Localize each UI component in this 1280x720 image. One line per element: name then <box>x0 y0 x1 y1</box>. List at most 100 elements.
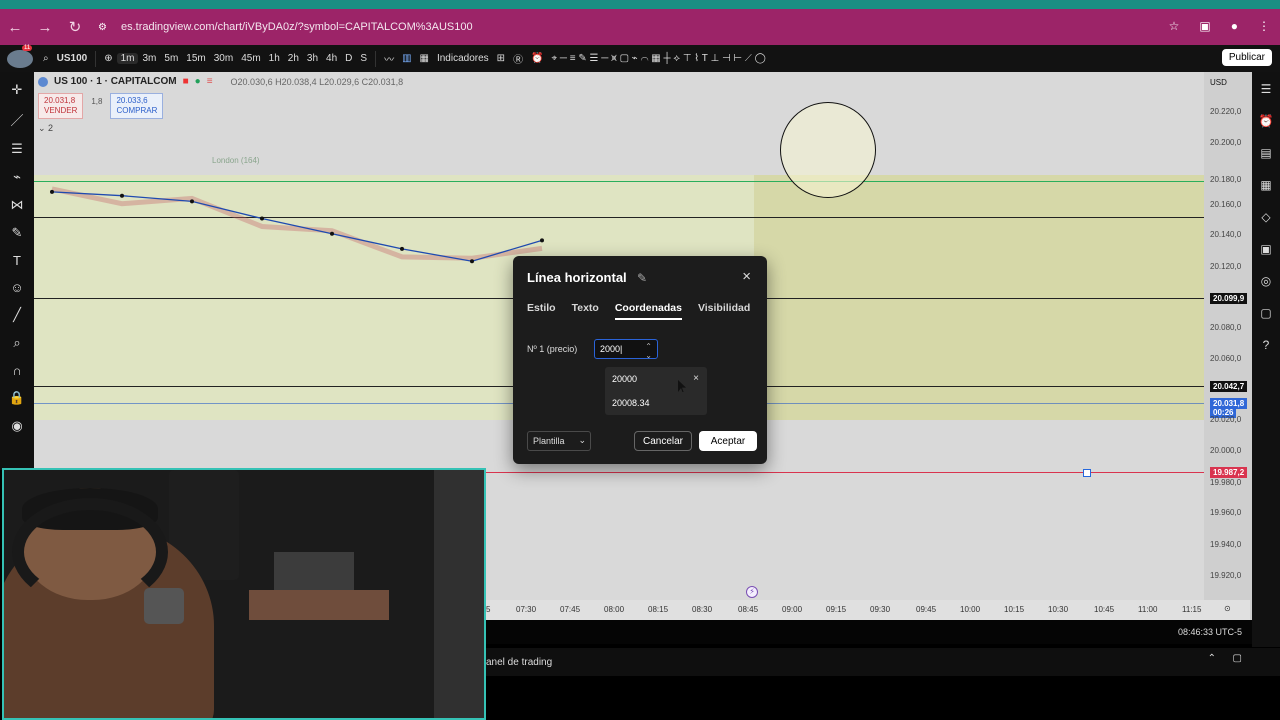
chevron-up-icon[interactable]: ⌃ <box>1208 653 1216 664</box>
interval-S[interactable]: S <box>356 53 371 64</box>
trend-line-icon[interactable]: ／ <box>10 110 23 129</box>
search-icon[interactable]: ⌕ <box>39 53 53 64</box>
price-tick: 20.000,0 <box>1210 446 1242 455</box>
more-vertical-icon[interactable]: ⋮ <box>1258 19 1270 33</box>
time-axis[interactable]: 5 07:30 07:45 08:00 08:15 08:30 08:45 09:00 09:1… <box>486 600 1250 620</box>
indicators-icon[interactable]: ▦ <box>416 53 433 64</box>
magnet-icon[interactable]: ∩ <box>12 363 21 378</box>
publish-button[interactable]: Publicar <box>1221 49 1272 66</box>
trading-panel[interactable]: anel de trading ⌃ ▢ <box>486 648 1280 676</box>
tab-coordinates[interactable]: Coordenadas <box>614 302 682 320</box>
price-point <box>120 193 124 198</box>
eye-icon[interactable]: ◉ <box>11 418 22 434</box>
text-icon[interactable]: T <box>13 253 21 268</box>
help-icon[interactable]: ? <box>1263 338 1270 352</box>
event-lightning-icon[interactable]: ⚡ <box>746 586 758 598</box>
toolbar-divider <box>375 50 377 67</box>
interval-3h[interactable]: 3h <box>303 53 322 64</box>
tab-style[interactable]: Estilo <box>527 302 556 320</box>
price-point <box>470 259 474 264</box>
symbol-button[interactable]: US100 <box>53 53 92 64</box>
indicators-button[interactable]: Indicadores <box>433 53 493 64</box>
tab-text[interactable]: Texto <box>572 302 599 320</box>
crosshair-icon[interactable]: ✛ <box>12 82 23 98</box>
chevron-down-icon: ⌄ <box>578 435 586 445</box>
back-icon[interactable]: ← <box>0 19 30 36</box>
layers-icon[interactable]: ◇ <box>1261 210 1270 224</box>
interval-3m[interactable]: 3m <box>138 53 160 64</box>
maximize-icon[interactable]: ▢ <box>1233 653 1242 664</box>
candles-icon[interactable]: ▥ <box>398 53 415 64</box>
pencil-icon[interactable]: ✎ <box>637 271 647 285</box>
drawing-sidebar: ✛ ／ ☰ ⌁ ⋈ ✎ T ☺ ╱ ⌕ ∩ 🔒 ◉ <box>0 72 34 470</box>
emoji-icon[interactable]: ☺ <box>10 280 23 295</box>
forward-icon[interactable]: → <box>30 19 60 36</box>
accept-button[interactable]: Aceptar <box>699 431 757 451</box>
buy-button[interactable]: 20.033,6 COMPRAR <box>110 93 164 119</box>
suggestion-item[interactable]: 20000 <box>612 374 637 384</box>
ideas-icon[interactable]: ▣ <box>1260 242 1271 256</box>
circle-drawing[interactable] <box>780 102 876 198</box>
right-sidebar: ☰ ⏰ ▤ ▦ ◇ ▣ ◎ ▢ ? <box>1252 72 1280 647</box>
pattern-icon[interactable]: ⌁ <box>13 169 21 185</box>
interval-1h[interactable]: 1h <box>265 53 284 64</box>
layout-icon[interactable]: ⊞ <box>493 53 509 64</box>
time-tick: 10:00 <box>960 605 981 614</box>
chart-settings-icon[interactable]: ≡ <box>207 76 213 87</box>
url-field[interactable]: es.tradingview.com/chart/iVByDA0z/?symbo… <box>121 21 473 33</box>
calendar-icon[interactable]: ▦ <box>1260 178 1271 192</box>
interval-45m[interactable]: 45m <box>237 53 264 64</box>
alerts-icon[interactable]: ⏰ <box>1259 114 1274 128</box>
cancel-button[interactable]: Cancelar <box>634 431 692 451</box>
price-scale[interactable]: USD 20.220,0 20.200,0 20.180,0 20.160,0 20.1… <box>1204 72 1252 620</box>
time-tick: 5 <box>486 605 491 614</box>
interval-15m[interactable]: 15m <box>182 53 209 64</box>
extension-icon[interactable]: ▣ <box>1199 19 1210 33</box>
avatar[interactable]: 11 <box>7 44 33 68</box>
interval-1m[interactable]: 1m <box>116 53 139 64</box>
price-tick: 20.020,0 <box>1210 415 1242 424</box>
symbol-row: US 100 · 1 · CAPITALCOM ■ ● ≡ O20.030,6 … <box>38 76 403 87</box>
reload-icon[interactable]: ↻ <box>60 18 90 36</box>
alert-icon[interactable]: ⏰ <box>527 53 547 64</box>
remove-suggestion-icon[interactable]: × <box>693 373 699 384</box>
lock-icon[interactable]: 🔒 <box>9 390 25 406</box>
moving-average-band <box>51 186 543 261</box>
fibonacci-icon[interactable]: ☰ <box>11 141 23 157</box>
news-icon[interactable]: ▤ <box>1260 146 1271 160</box>
star-icon[interactable]: ☆ <box>1169 19 1180 33</box>
replay-icon[interactable]: Ⓡ <box>509 51 527 66</box>
watchlist-icon[interactable]: ☰ <box>1261 82 1272 96</box>
time-tick: 10:45 <box>1094 605 1115 614</box>
axis-settings-icon[interactable]: ⊙ <box>1224 604 1231 613</box>
sell-button[interactable]: 20.031,8 VENDER <box>38 93 84 119</box>
ruler-icon[interactable]: ╱ <box>13 307 21 323</box>
compare-icon[interactable]: ⊕ <box>100 53 116 64</box>
tab-visibility[interactable]: Visibilidad <box>698 302 750 320</box>
interval-4h[interactable]: 4h <box>322 53 341 64</box>
interval-5m[interactable]: 5m <box>160 53 182 64</box>
target-icon[interactable]: ◎ <box>1261 274 1271 288</box>
template-select[interactable]: Plantilla ⌄ <box>527 431 591 451</box>
interval-30m[interactable]: 30m <box>210 53 237 64</box>
interval-D[interactable]: D <box>341 53 356 64</box>
collapsed-indicators[interactable]: ⌄ 2 <box>38 123 403 134</box>
drawing-tools-icon[interactable]: ⌖ ─ ≡ ✎ ☰ ─ ⩙ ▢ ⌁ ⌒ ▦ ┼ ⟡ ⊤ ⌇ T ⊥ ⊣ ⊢ ⟋ … <box>548 53 770 64</box>
line-chart-icon[interactable]: 〰 <box>380 51 398 66</box>
close-icon[interactable]: × <box>742 268 751 285</box>
suggestion-item[interactable]: 20008.34 <box>612 398 650 408</box>
projection-icon[interactable]: ⋈ <box>11 197 24 213</box>
interval-2h[interactable]: 2h <box>284 53 303 64</box>
price-input[interactable]: 2000| ⌃ ⌄ <box>594 339 658 360</box>
chat-icon[interactable]: ▢ <box>1260 306 1271 320</box>
price-input-value: 2000 <box>600 344 621 354</box>
desk-object-image <box>249 590 389 620</box>
price-tick: 19.940,0 <box>1210 540 1242 549</box>
line-handle[interactable] <box>1083 469 1091 477</box>
sell-price: 20.031,8 <box>44 96 76 105</box>
site-settings-icon[interactable]: ⚙ <box>98 22 107 33</box>
stepper-icon[interactable]: ⌃ ⌄ <box>645 342 652 360</box>
brush-icon[interactable]: ✎ <box>12 225 23 241</box>
profile-icon[interactable]: ● <box>1231 19 1238 33</box>
zoom-icon[interactable]: ⌕ <box>13 335 20 351</box>
